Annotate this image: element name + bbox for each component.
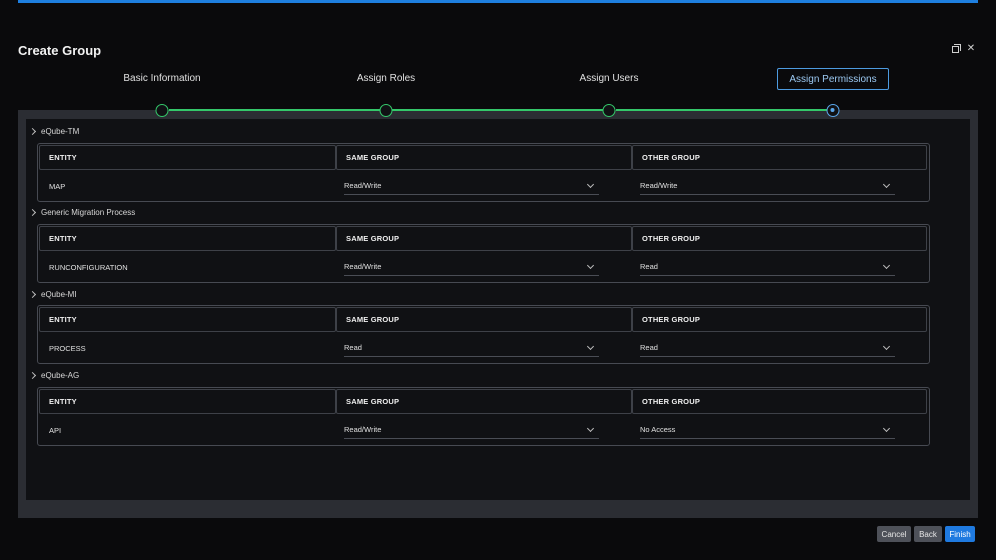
- column-header-entity: ENTITY: [39, 145, 336, 170]
- select-value: Read: [344, 343, 362, 352]
- group-name: eQube-AG: [41, 371, 80, 380]
- select-value: Read/Write: [344, 262, 382, 271]
- select-value: Read/Write: [344, 181, 382, 190]
- select-value: Read/Write: [640, 181, 678, 190]
- stepper-connector: [169, 109, 380, 111]
- chevron-down-icon: [586, 424, 595, 432]
- finish-button[interactable]: Finish: [945, 526, 975, 542]
- group-name: eQube-TM: [41, 127, 80, 136]
- permission-table: ENTITY SAME GROUP OTHER GROUP PROCESS Re…: [37, 305, 930, 364]
- window-controls: ✕: [950, 43, 976, 54]
- select-value: Read/Write: [344, 425, 382, 434]
- entity-name: MAP: [49, 181, 66, 191]
- dialog-title: Create Group: [18, 43, 102, 58]
- same-group-select[interactable]: Read/Write: [344, 177, 599, 195]
- column-header-same-group: SAME GROUP: [336, 389, 632, 414]
- close-icon[interactable]: ✕: [966, 44, 976, 54]
- column-header-same-group: SAME GROUP: [336, 226, 632, 251]
- select-value: No Access: [640, 425, 676, 434]
- column-header-entity: ENTITY: [39, 226, 336, 251]
- step-dot-complete: [155, 104, 169, 117]
- same-group-select[interactable]: Read/Write: [344, 421, 599, 439]
- same-group-select[interactable]: Read: [344, 339, 599, 357]
- chevron-down-icon: [882, 180, 891, 188]
- chevron-down-icon: [586, 180, 595, 188]
- chevron-down-icon: [882, 342, 891, 350]
- step-assign-users[interactable]: Assign Users: [580, 73, 639, 84]
- group-header-generic-migration-process[interactable]: Generic Migration Process: [28, 208, 136, 217]
- table-header: ENTITY SAME GROUP OTHER GROUP: [39, 389, 927, 414]
- entity-name: PROCESS: [49, 343, 86, 353]
- table-row: PROCESS Read Read: [39, 333, 927, 363]
- column-header-other-group: OTHER GROUP: [632, 145, 927, 170]
- chevron-right-icon: [28, 208, 37, 217]
- step-dot-complete: [379, 104, 393, 117]
- entity-name: API: [49, 425, 62, 435]
- column-header-other-group: OTHER GROUP: [632, 307, 927, 332]
- step-assign-permissions[interactable]: Assign Permissions: [777, 68, 889, 90]
- step-dot-complete: [602, 104, 616, 117]
- column-header-other-group: OTHER GROUP: [632, 389, 927, 414]
- table-row: MAP Read/Write Read/Write: [39, 171, 927, 201]
- chevron-down-icon: [586, 342, 595, 350]
- column-header-other-group: OTHER GROUP: [632, 226, 927, 251]
- select-value: Read: [640, 343, 658, 352]
- restore-icon[interactable]: [950, 43, 961, 54]
- group-header-eqube-mi[interactable]: eQube-MI: [28, 290, 77, 299]
- column-header-entity: ENTITY: [39, 307, 336, 332]
- table-header: ENTITY SAME GROUP OTHER GROUP: [39, 307, 927, 332]
- table-row: API Read/Write No Access: [39, 415, 927, 445]
- column-header-same-group: SAME GROUP: [336, 145, 632, 170]
- table-row: RUNCONFIGURATION Read/Write Read: [39, 252, 927, 282]
- column-header-entity: ENTITY: [39, 389, 336, 414]
- other-group-select[interactable]: Read/Write: [640, 177, 895, 195]
- step-basic-information[interactable]: Basic Information: [123, 73, 200, 84]
- step-dot-current: [826, 104, 840, 117]
- entity-name: RUNCONFIGURATION: [49, 262, 128, 272]
- group-name: eQube-MI: [41, 290, 77, 299]
- permission-table: ENTITY SAME GROUP OTHER GROUP API Read/W…: [37, 387, 930, 446]
- chevron-down-icon: [586, 261, 595, 269]
- select-value: Read: [640, 262, 658, 271]
- stepper-connector: [392, 109, 603, 111]
- same-group-select[interactable]: Read/Write: [344, 258, 599, 276]
- chevron-right-icon: [28, 371, 37, 380]
- table-header: ENTITY SAME GROUP OTHER GROUP: [39, 145, 927, 170]
- top-accent-bar: [18, 0, 978, 3]
- permission-table: ENTITY SAME GROUP OTHER GROUP MAP Read/W…: [37, 143, 930, 202]
- chevron-down-icon: [882, 261, 891, 269]
- column-header-same-group: SAME GROUP: [336, 307, 632, 332]
- back-button[interactable]: Back: [914, 526, 942, 542]
- chevron-right-icon: [28, 127, 37, 136]
- chevron-right-icon: [28, 290, 37, 299]
- chevron-down-icon: [882, 424, 891, 432]
- group-header-eqube-ag[interactable]: eQube-AG: [28, 371, 80, 380]
- table-header: ENTITY SAME GROUP OTHER GROUP: [39, 226, 927, 251]
- step-assign-roles[interactable]: Assign Roles: [357, 73, 415, 84]
- stepper-connector: [616, 109, 827, 111]
- group-header-eqube-tm[interactable]: eQube-TM: [28, 127, 80, 136]
- cancel-button[interactable]: Cancel: [877, 526, 911, 542]
- other-group-select[interactable]: Read: [640, 339, 895, 357]
- other-group-select[interactable]: Read: [640, 258, 895, 276]
- other-group-select[interactable]: No Access: [640, 421, 895, 439]
- permission-table: ENTITY SAME GROUP OTHER GROUP RUNCONFIGU…: [37, 224, 930, 283]
- group-name: Generic Migration Process: [41, 208, 136, 217]
